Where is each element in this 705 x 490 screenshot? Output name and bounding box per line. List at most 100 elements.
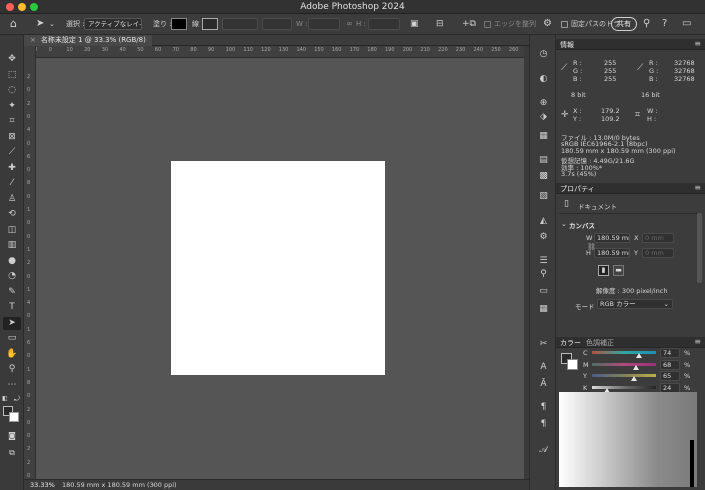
screen-mode-icon[interactable]: ⧉ — [3, 446, 21, 459]
sliders-icon[interactable]: ☰ — [535, 255, 552, 267]
adjustments-tab[interactable]: 色調補正 — [586, 338, 614, 348]
magic-wand-icon[interactable]: ✦ — [3, 100, 21, 113]
table-icon[interactable]: ▦ — [535, 303, 552, 315]
chevron-down-icon[interactable]: ⌄ — [49, 17, 55, 31]
channel-slider[interactable] — [592, 385, 656, 389]
horizontal-ruler[interactable]: 1001020304050607080901001101201301401501… — [31, 46, 536, 58]
link-icon[interactable]: ⛓ — [587, 243, 596, 251]
panel-menu-icon[interactable]: ≡ — [694, 337, 701, 346]
status-menu-arrow-icon[interactable]: › — [152, 481, 155, 489]
actions-icon[interactable]: ◭ — [535, 215, 552, 227]
pen-icon[interactable]: ✎ — [3, 286, 21, 299]
properties-scrollbar[interactable] — [697, 213, 702, 283]
vertical-ruler[interactable]: 2020406080100120140160180200220 — [24, 46, 36, 479]
history-icon[interactable]: ◷ — [535, 48, 552, 60]
channels-icon[interactable]: ▤ — [535, 154, 552, 166]
channel-value-input[interactable]: 74 — [660, 348, 680, 358]
channel-value-input[interactable]: 24 — [660, 382, 680, 393]
hand-icon[interactable]: ✋ — [3, 348, 21, 361]
canvas-x-input[interactable]: 0 mm — [642, 233, 674, 243]
paragraph-style-icon[interactable]: ¶ — [535, 418, 552, 430]
canvas-y-input[interactable]: 0 mm — [642, 248, 674, 258]
swap-colors-icon[interactable]: ⤾ — [14, 395, 20, 404]
mode-dropdown[interactable]: RGB カラー ⌄ — [597, 299, 673, 309]
width-input[interactable] — [308, 18, 340, 30]
layers-icon[interactable]: ▦ — [535, 130, 552, 142]
notes-icon[interactable]: ▭ — [535, 285, 552, 297]
channel-slider[interactable] — [592, 374, 656, 377]
document-canvas[interactable] — [171, 161, 385, 375]
paragraph-icon[interactable]: ¶ — [535, 401, 552, 413]
fill-swatch[interactable] — [171, 18, 187, 30]
clone-stamp-icon[interactable]: ♙ — [3, 193, 21, 206]
transform-icon[interactable]: ✂ — [535, 338, 552, 350]
marquee-icon[interactable]: ⬚ — [3, 69, 21, 82]
landscape-orientation-button[interactable]: ▬ — [613, 265, 624, 276]
channel-slider[interactable] — [592, 362, 656, 366]
channel-slider-thumb[interactable] — [630, 376, 637, 381]
adjust-icon[interactable]: ⚲ — [535, 268, 552, 280]
fixed-path-checkbox[interactable] — [561, 21, 568, 28]
stroke-width-input[interactable] — [222, 18, 258, 30]
properties-icon[interactable]: ⚙ — [535, 231, 552, 243]
color-background-swatch[interactable] — [567, 359, 578, 370]
home-icon[interactable]: ⌂ — [10, 17, 17, 31]
more-tools-icon[interactable]: ⋯ — [3, 379, 21, 392]
path-alignment-icon[interactable]: ⊟ — [436, 17, 444, 31]
healing-brush-icon[interactable]: ✚ — [3, 162, 21, 175]
layers-comp-icon[interactable]: ⊕ — [535, 97, 552, 109]
search-icon[interactable]: ⚲ — [643, 17, 650, 31]
canvas-height-input[interactable]: 180.59 mr — [594, 248, 630, 258]
gradient-icon[interactable]: ▥ — [3, 239, 21, 252]
eyedropper-icon[interactable]: ⟋ — [3, 146, 21, 159]
script-icon[interactable]: 𝒜 — [535, 444, 552, 456]
crop-icon[interactable]: ⌗ — [3, 115, 21, 128]
rectangle-icon[interactable]: ▭ — [3, 332, 21, 345]
portrait-orientation-button[interactable]: ▮ — [598, 265, 609, 276]
background-color-swatch[interactable] — [9, 412, 19, 422]
properties-tab[interactable]: プロパティ — [560, 184, 595, 194]
share-button[interactable]: 共有 — [611, 17, 637, 31]
paths-icon[interactable]: ▩ — [535, 170, 552, 182]
blur-icon[interactable]: ● — [3, 255, 21, 268]
dodge-icon[interactable]: ◔ — [3, 270, 21, 283]
character-icon[interactable]: A — [535, 361, 552, 373]
color-wheel-icon[interactable]: ◐ — [535, 73, 552, 85]
lasso-icon[interactable]: ◌ — [3, 84, 21, 97]
move-icon[interactable]: ✥ — [3, 53, 21, 66]
paint-icon[interactable]: ⬗ — [535, 111, 552, 123]
eraser-icon[interactable]: ◫ — [3, 224, 21, 237]
height-input[interactable] — [368, 18, 400, 30]
document-tab-close-icon[interactable]: × — [30, 36, 36, 44]
zoom-icon[interactable]: ⚲ — [3, 363, 21, 376]
brush-icon[interactable]: ⁄ — [3, 177, 21, 190]
quick-mask-icon[interactable]: ◙ — [3, 429, 21, 442]
color-tab[interactable]: カラー — [560, 338, 581, 348]
align-edges-checkbox[interactable] — [484, 21, 491, 28]
canvas-section-label[interactable]: カンバス — [569, 220, 595, 230]
help-icon[interactable]: ? — [662, 17, 667, 31]
adjustments-icon[interactable]: ▧ — [535, 190, 552, 202]
chevron-down-icon[interactable]: ⌄ — [561, 220, 567, 228]
stroke-swatch[interactable] — [202, 18, 218, 30]
path-selection-icon[interactable]: ➤ — [3, 316, 21, 330]
link-icon[interactable]: ∞ — [346, 17, 353, 31]
panel-menu-icon[interactable]: ≡ — [694, 183, 701, 192]
panel-menu-icon[interactable]: ≡ — [694, 39, 701, 48]
document-tab[interactable]: × 名称未設定 1 @ 33.3% (RGB/8) — [24, 35, 152, 46]
default-colors-icon[interactable]: ◧ — [2, 395, 8, 402]
path-arrangement-icon[interactable]: +⧉ — [462, 17, 476, 31]
channel-slider-thumb[interactable] — [632, 364, 639, 370]
channel-value-input[interactable]: 68 — [660, 359, 680, 370]
workspace-icon[interactable]: ▭ — [682, 17, 691, 31]
path-selection-icon[interactable]: ➤ — [36, 17, 44, 31]
gear-icon[interactable]: ⚙ — [543, 17, 552, 31]
channel-slider-thumb[interactable] — [636, 353, 643, 358]
ramp-black-strip[interactable] — [690, 440, 694, 487]
frame-icon[interactable]: ⊠ — [3, 131, 21, 144]
select-dropdown[interactable]: アクティブなレイ- — [84, 18, 142, 30]
type-icon[interactable]: T — [3, 301, 21, 314]
color-ramp[interactable] — [559, 392, 697, 487]
history-brush-icon[interactable]: ⟲ — [3, 208, 21, 221]
canvas-width-input[interactable]: 180.59 mr — [594, 233, 630, 243]
